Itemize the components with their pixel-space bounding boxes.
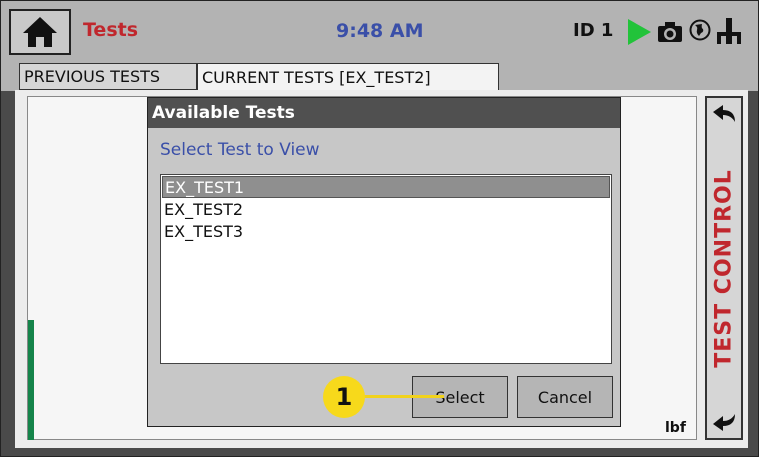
tab-bar: PREVIOUS TESTS CURRENT TESTS [EX_TEST2]	[1, 63, 758, 91]
test-control-panel[interactable]: TEST CONTROL	[705, 96, 743, 440]
tab-current-tests[interactable]: CURRENT TESTS [EX_TEST2]	[197, 63, 499, 91]
load-indicator-bar	[28, 320, 34, 440]
test-control-label: TEST CONTROL	[711, 168, 737, 368]
dialog-title: Available Tests	[148, 98, 620, 128]
page-title: Tests	[83, 19, 139, 41]
home-button[interactable]	[9, 9, 71, 55]
device-id: ID 1	[573, 20, 614, 41]
play-icon[interactable]	[626, 18, 652, 46]
app-window: Tests 9:48 AM ID 1 PREVIOUS TESTS CURREN…	[0, 0, 759, 457]
list-item-ex-test3[interactable]: EX_TEST3	[162, 220, 610, 242]
test-control-label-wrap: TEST CONTROL	[709, 153, 739, 383]
tests-list[interactable]: EX_TEST1 EX_TEST2 EX_TEST3	[160, 174, 612, 364]
tab-previous-tests[interactable]: PREVIOUS TESTS	[19, 63, 197, 90]
top-bar: Tests 9:48 AM ID 1	[1, 1, 758, 63]
home-icon	[23, 17, 57, 47]
globe-icon[interactable]	[689, 19, 711, 41]
available-tests-dialog: Available Tests Select Test to View EX_T…	[147, 97, 621, 427]
dialog-subtitle: Select Test to View	[160, 140, 320, 160]
list-item-ex-test2[interactable]: EX_TEST2	[162, 198, 610, 220]
usb-icon[interactable]	[715, 17, 743, 47]
units-label: lbf	[665, 420, 686, 436]
arrow-left-icon[interactable]	[711, 104, 737, 126]
callout-pointer-line	[356, 395, 444, 398]
callout-badge: 1	[323, 376, 365, 418]
list-item-ex-test1[interactable]: EX_TEST1	[162, 176, 610, 198]
camera-icon[interactable]	[657, 21, 683, 43]
arrow-left-icon[interactable]	[711, 410, 737, 432]
clock-time: 9:48 AM	[336, 20, 424, 42]
cancel-button[interactable]: Cancel	[517, 376, 613, 418]
